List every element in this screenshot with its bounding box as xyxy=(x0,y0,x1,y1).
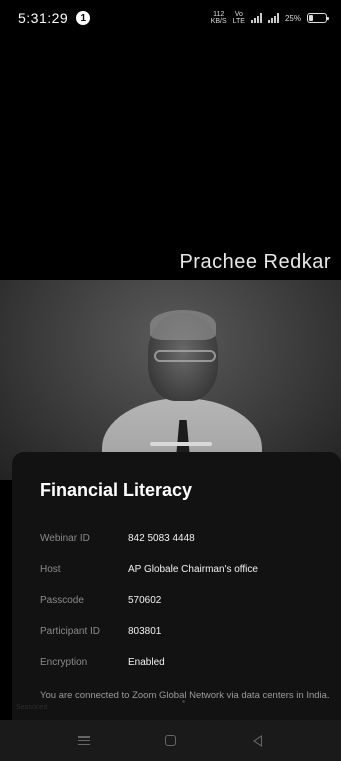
network-note: You are connected to Zoom Global Network… xyxy=(40,690,330,701)
info-row-host: Host AP Globale Chairman's office xyxy=(40,556,325,582)
back-triangle-icon xyxy=(253,734,262,747)
status-bar: 5:31:29 1 112 KB/S Vo LTE 25% xyxy=(0,0,341,36)
meeting-title: Financial Literacy xyxy=(40,480,193,500)
meeting-info-sheet: Financial Literacy Webinar ID 842 5083 4… xyxy=(12,452,341,720)
speaker-name: Prachee Redkar xyxy=(179,251,331,273)
info-label: Participant ID xyxy=(40,625,101,637)
info-row-webinar-id: Webinar ID 842 5083 4448 xyxy=(40,525,325,551)
signal-icon xyxy=(250,13,262,23)
info-label: Host xyxy=(40,563,61,575)
status-time: 5:31:29 xyxy=(18,10,69,26)
volte-indicator: Vo LTE xyxy=(233,11,245,25)
faint-overlay-label: Seasoned xyxy=(16,704,48,711)
network-speed: 112 KB/S xyxy=(211,11,227,25)
volte-bottom: LTE xyxy=(232,18,245,25)
info-label: Webinar ID xyxy=(40,532,90,544)
battery-fill xyxy=(309,15,313,21)
volte-top: Vo xyxy=(234,11,243,18)
info-value: AP Globale Chairman's office xyxy=(128,563,258,575)
menu-icon xyxy=(77,736,90,745)
info-value[interactable]: 842 5083 4448 xyxy=(128,533,195,544)
recent-apps-button[interactable] xyxy=(64,726,104,756)
info-value[interactable]: 570602 xyxy=(128,595,161,606)
info-row-participant-id: Participant ID 803801 xyxy=(40,618,325,644)
video-person-hair xyxy=(150,310,216,340)
network-speed-value: 112 xyxy=(213,11,225,18)
sheet-drag-handle[interactable] xyxy=(150,442,212,446)
home-square-icon xyxy=(165,735,176,746)
info-label: Passcode xyxy=(40,594,84,606)
info-row-encryption: Encryption Enabled xyxy=(40,649,325,675)
battery-icon xyxy=(307,13,329,23)
info-label: Encryption xyxy=(40,656,88,668)
back-button[interactable] xyxy=(238,726,278,756)
navigation-bar xyxy=(0,720,341,761)
scroll-indicator-dot xyxy=(182,700,185,703)
signal-icon-secondary xyxy=(267,13,279,23)
active-speaker-tile[interactable]: Prachee Redkar xyxy=(0,36,341,280)
info-value: 803801 xyxy=(128,625,162,637)
info-row-passcode: Passcode 570602 xyxy=(40,587,325,613)
network-speed-unit: KB/S xyxy=(210,18,227,25)
video-person-glasses xyxy=(154,350,216,362)
video-feed[interactable] xyxy=(0,280,341,480)
notification-badge: 1 xyxy=(76,11,91,25)
battery-percent: 25% xyxy=(284,13,301,23)
status-icons: 112 KB/S Vo LTE 25% xyxy=(211,11,329,25)
info-value: Enabled xyxy=(128,656,165,668)
home-button[interactable] xyxy=(151,726,191,756)
